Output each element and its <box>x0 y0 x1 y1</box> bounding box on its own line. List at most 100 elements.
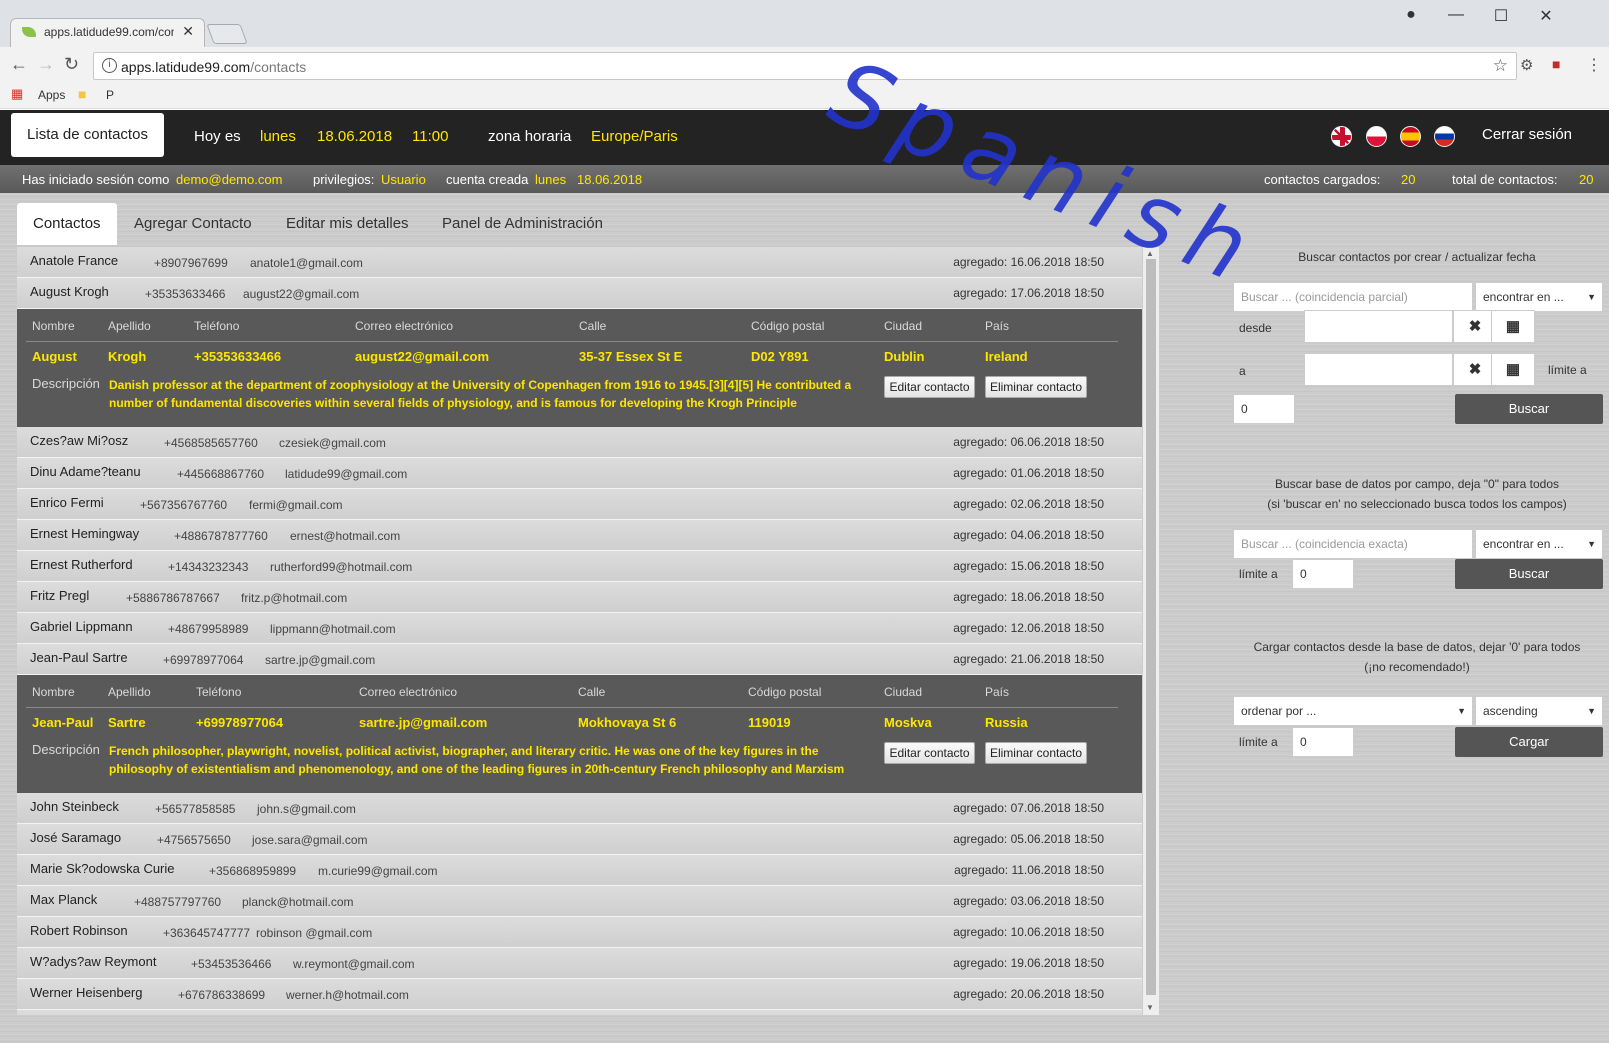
load-limit-input[interactable]: 0 <box>1292 727 1354 757</box>
contact-row[interactable]: Anatole France +8907967699 anatole1@gmail.… <box>17 247 1142 278</box>
bookmark-star-icon[interactable]: ☆ <box>1493 56 1508 76</box>
logout-button[interactable]: Cerrar sesión <box>1482 126 1572 143</box>
reload-icon[interactable]: ↻ <box>64 54 79 75</box>
contact-row[interactable]: Wilhelm Ostwald+879786766657ostwald@gmai… <box>17 1010 1142 1015</box>
tab-edit-details[interactable]: Editar mis detalles <box>270 203 425 245</box>
maximize-icon[interactable]: ☐ <box>1486 6 1516 26</box>
contact-row[interactable]: Jean-Paul Sartre +69978977064 sartre.jp@gm… <box>17 644 1142 675</box>
detail-description: French philosopher, playwright, novelist… <box>109 744 845 776</box>
contact-row[interactable]: Robert Robinson +363645747777 robinson @gm… <box>17 917 1142 948</box>
contact-phone: +567356767760 <box>140 498 228 512</box>
contact-added-date: agregado: 05.06.2018 18:50 <box>953 832 1104 846</box>
edit-contact-button[interactable]: Editar contacto <box>884 376 975 398</box>
back-icon[interactable]: ← <box>10 54 28 75</box>
account-created-day: lunes <box>535 172 567 187</box>
order-by-select[interactable]: ordenar por ... ▼ <box>1233 696 1473 726</box>
bookmark-apps[interactable]: Apps <box>38 88 65 102</box>
delete-contact-button[interactable]: Eliminar contacto <box>985 376 1087 398</box>
browser-tab[interactable]: apps.latidude99.com/con ✕ <box>10 18 205 47</box>
contact-name: Fritz Pregl <box>30 588 90 603</box>
to-date-input[interactable] <box>1304 353 1453 386</box>
today-label: Hoy es <box>194 128 241 145</box>
detail-divider <box>26 707 1118 708</box>
contact-email: john.s@gmail.com <box>257 802 356 816</box>
main-area: Contactos Agregar Contacto Editar mis de… <box>0 193 1609 1043</box>
profile-icon[interactable]: ● <box>1396 6 1426 24</box>
contact-email: fermi@gmail.com <box>249 498 343 512</box>
contact-row[interactable]: Gabriel Lippmann +48679958989 lippmann@hot… <box>17 613 1142 644</box>
detail-label-country: País <box>985 319 1010 333</box>
contact-row[interactable]: Ernest Hemingway +4886787877760 ernest@hot… <box>17 520 1142 551</box>
extension-icon[interactable]: ⚙ <box>1520 56 1533 74</box>
contact-phone: +363645747777 <box>163 926 251 940</box>
privileges-label: privilegios: <box>313 172 375 187</box>
partial-search-input[interactable]: Buscar ... (coincidencia parcial) <box>1233 282 1473 312</box>
contact-row[interactable]: John Steinbeck +56577858585 john.s@gmail.c… <box>17 793 1142 824</box>
exact-search-input[interactable]: Buscar ... (coincidencia exacta) <box>1233 529 1473 559</box>
field-limit-input[interactable]: 0 <box>1292 559 1354 589</box>
minimize-icon[interactable]: — <box>1441 6 1471 24</box>
flag-russia-icon[interactable] <box>1434 126 1455 147</box>
scrollbar-thumb[interactable] <box>1146 259 1156 995</box>
contact-name: W?adys?aw Reymont <box>30 954 157 969</box>
info-icon[interactable]: i <box>102 58 117 73</box>
new-tab-button[interactable] <box>206 24 248 44</box>
extension-badge-icon[interactable]: ■ <box>1552 56 1560 72</box>
order-direction-select[interactable]: ascending ▼ <box>1475 696 1603 726</box>
contact-row[interactable]: Enrico Fermi +567356767760 fermi@gmail.com… <box>17 489 1142 520</box>
delete-contact-button[interactable]: Eliminar contacto <box>985 742 1087 764</box>
total-contacts-label: total de contactos: <box>1452 172 1558 187</box>
contact-row[interactable]: Fritz Pregl +5886786787667 fritz.p@hotmail… <box>17 582 1142 613</box>
contact-row[interactable]: Max Planck +488757797760 planck@hotmail.co… <box>17 886 1142 917</box>
close-window-icon[interactable]: ✕ <box>1531 6 1561 26</box>
menu-icon[interactable]: ⋮ <box>1586 55 1602 75</box>
detail-label-street: Calle <box>579 319 607 333</box>
contact-name: Anatole France <box>30 253 119 268</box>
field-limit-label: límite a <box>1239 567 1278 581</box>
contact-row[interactable]: Dinu Adame?teanu +445668867760 latidude99@… <box>17 458 1142 489</box>
contact-added-date: agregado: 20.06.2018 18:50 <box>953 987 1104 1001</box>
contact-phone: +53453536466 <box>191 957 272 971</box>
load-button[interactable]: Cargar <box>1455 727 1603 757</box>
contact-row[interactable]: José Saramago +4756575650 jose.sara@gmail.… <box>17 824 1142 855</box>
date-limit-input[interactable]: 0 <box>1233 394 1295 424</box>
contact-row[interactable]: August Krogh +35353633466 august22@gmail.c… <box>17 278 1142 309</box>
calendar-from-icon[interactable]: ▦ <box>1491 310 1535 343</box>
date-search-button[interactable]: Buscar <box>1455 394 1603 424</box>
detail-value-phone: +35353633466 <box>194 349 282 364</box>
apps-grid-icon[interactable]: ▦ <box>11 86 23 102</box>
address-bar[interactable]: i apps.latidude99.com/contacts ☆ <box>93 52 1517 80</box>
contact-row[interactable]: W?adys?aw Reymont +53453536466 w.reymont@g… <box>17 948 1142 979</box>
account-created-label: cuenta creada <box>446 172 529 187</box>
flag-uk-icon[interactable] <box>1331 126 1352 147</box>
session-info-bar: Has iniciado sesión como demo@demo.com p… <box>0 165 1609 193</box>
edit-contact-button[interactable]: Editar contacto <box>884 742 975 764</box>
chevron-down-icon: ▼ <box>1587 539 1596 549</box>
contact-email: anatole1@gmail.com <box>250 256 363 270</box>
field-search-button[interactable]: Buscar <box>1455 559 1603 589</box>
detail-value-first: August <box>32 349 77 364</box>
list-scrollbar[interactable]: ▲ ▼ <box>1143 247 1159 1015</box>
from-date-input[interactable] <box>1304 310 1453 343</box>
detail-label-phone: Teléfono <box>196 685 242 699</box>
find-in-select[interactable]: encontrar en ... ▼ <box>1475 282 1603 312</box>
calendar-to-icon[interactable]: ▦ <box>1491 353 1535 386</box>
tab-admin-panel[interactable]: Panel de Administración <box>426 203 619 245</box>
contact-added-date: agregado: 19.06.2018 18:50 <box>953 956 1104 970</box>
close-tab-icon[interactable]: ✕ <box>182 23 194 40</box>
contact-row[interactable]: Marie Sk?odowska Curie +356868959899 m.cur… <box>17 855 1142 886</box>
contacts-list-button[interactable]: Lista de contactos <box>11 113 164 157</box>
flag-poland-icon[interactable] <box>1366 126 1387 147</box>
tab-add-contact[interactable]: Agregar Contacto <box>118 203 268 245</box>
contact-row[interactable]: Ernest Rutherford +14343232343 rutherford9… <box>17 551 1142 582</box>
scroll-down-icon[interactable]: ▼ <box>1146 1003 1154 1012</box>
tab-contacts[interactable]: Contactos <box>17 203 117 245</box>
contact-row[interactable]: Czes?aw Mi?osz +4568585657760 czesiek@gmai… <box>17 427 1142 458</box>
detail-label-first: Nombre <box>32 685 75 699</box>
bookmark-p[interactable]: P <box>106 88 114 102</box>
field-find-in-select[interactable]: encontrar en ... ▼ <box>1475 529 1603 559</box>
contact-row[interactable]: Werner Heisenberg +676786338699 werner.h@h… <box>17 979 1142 1010</box>
forward-icon[interactable]: → <box>37 54 55 75</box>
flag-spain-icon[interactable] <box>1400 126 1421 147</box>
contact-phone: +4886787877760 <box>174 529 268 543</box>
